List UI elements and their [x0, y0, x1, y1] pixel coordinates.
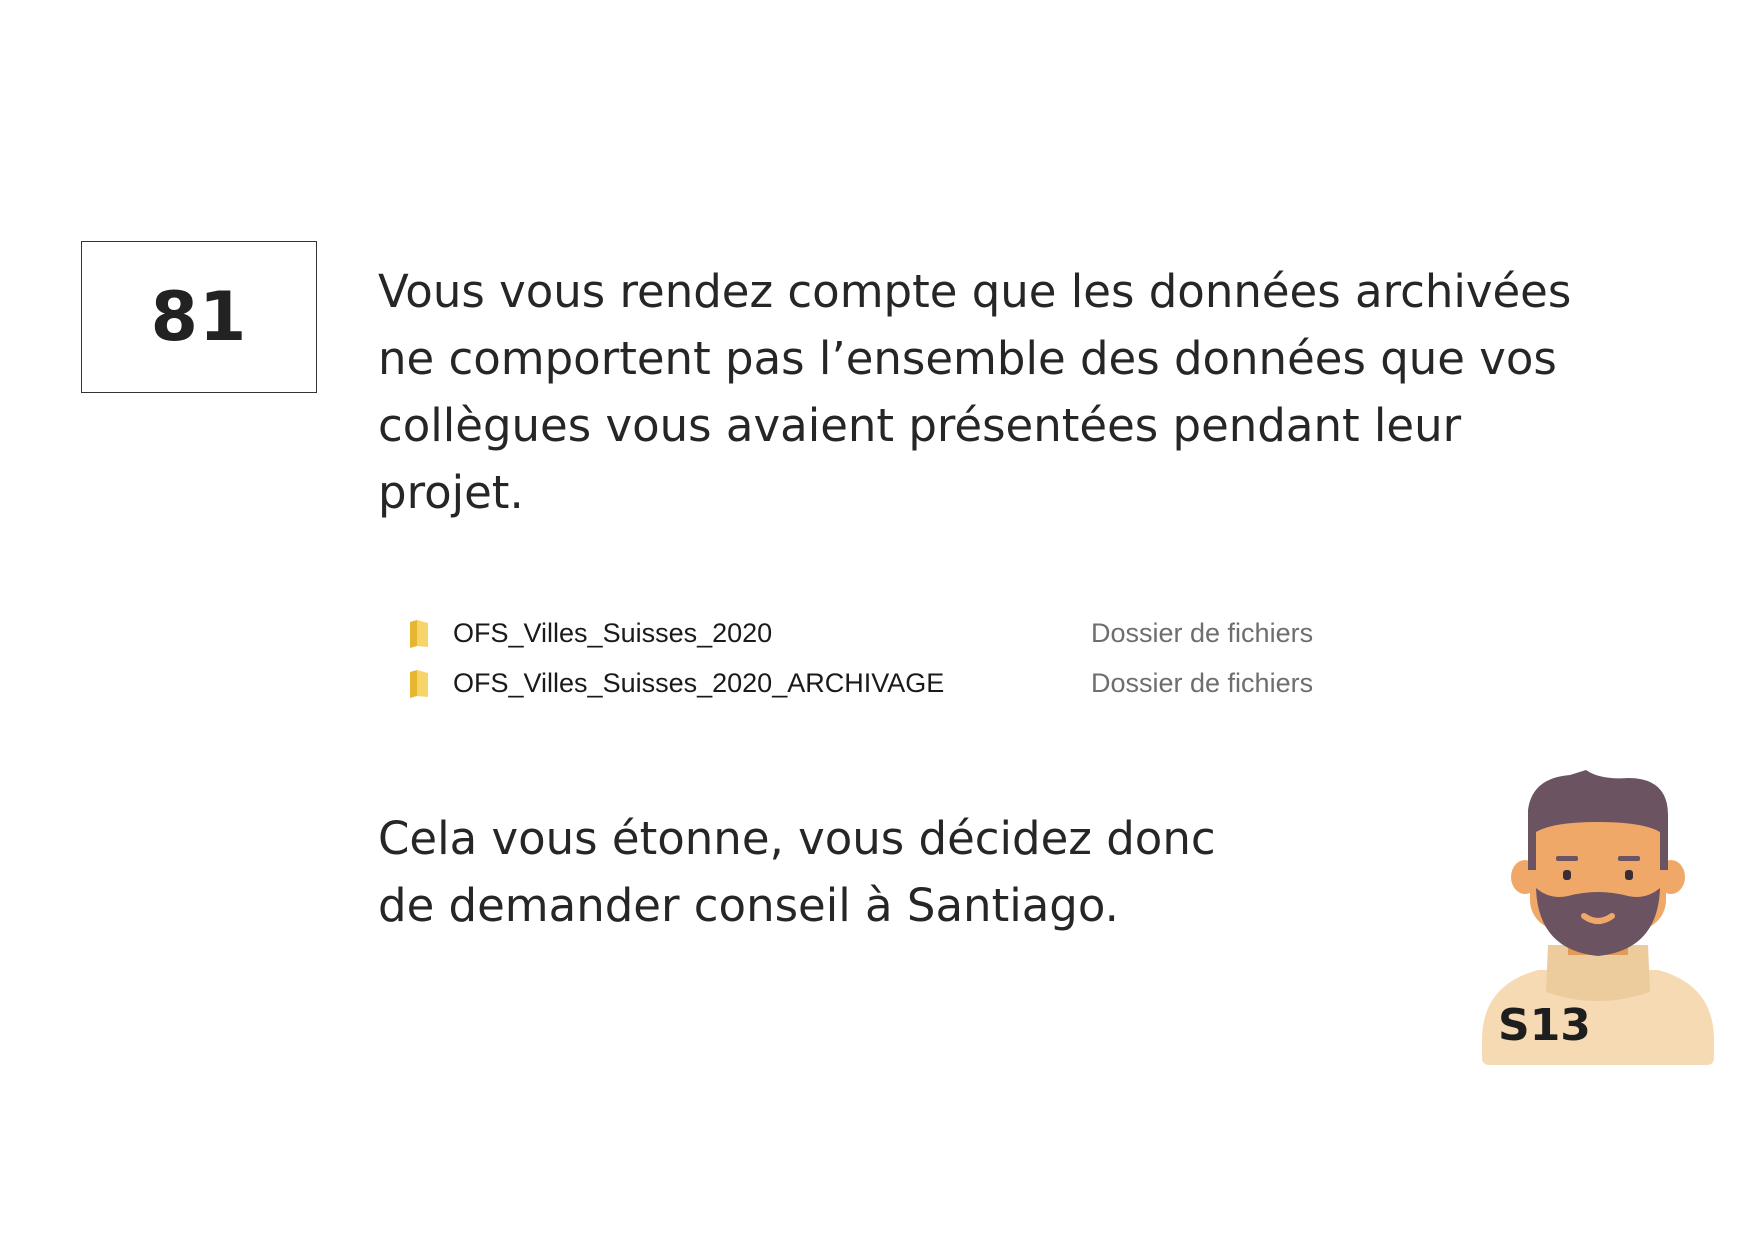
file-row[interactable]: OFS_Villes_Suisses_2020 Dossier de fichi…: [408, 610, 1358, 660]
file-type: Dossier de fichiers: [1091, 668, 1314, 698]
character-avatar: S13: [1478, 770, 1718, 1065]
outro-line: Cela vous étonne, vous décidez donc: [378, 812, 1216, 865]
file-name: OFS_Villes_Suisses_2020_ARCHIVAGE: [453, 668, 945, 698]
outro-paragraph: Cela vous étonne, vous décidez donc de d…: [378, 805, 1278, 939]
file-list: OFS_Villes_Suisses_2020 Dossier de fichi…: [408, 610, 1358, 710]
file-row[interactable]: OFS_Villes_Suisses_2020_ARCHIVAGE Dossie…: [408, 660, 1358, 710]
card-number: 81: [150, 277, 248, 357]
folder-icon: [410, 670, 428, 698]
card-number-box: 81: [81, 241, 317, 393]
file-name: OFS_Villes_Suisses_2020: [453, 618, 773, 648]
intro-paragraph: Vous vous rendez compte que les données …: [378, 265, 1572, 519]
folder-icon: [410, 620, 428, 648]
outro-line: de demander conseil à Santiago.: [378, 879, 1119, 932]
character-code: S13: [1498, 1000, 1591, 1051]
file-type: Dossier de fichiers: [1091, 618, 1314, 648]
